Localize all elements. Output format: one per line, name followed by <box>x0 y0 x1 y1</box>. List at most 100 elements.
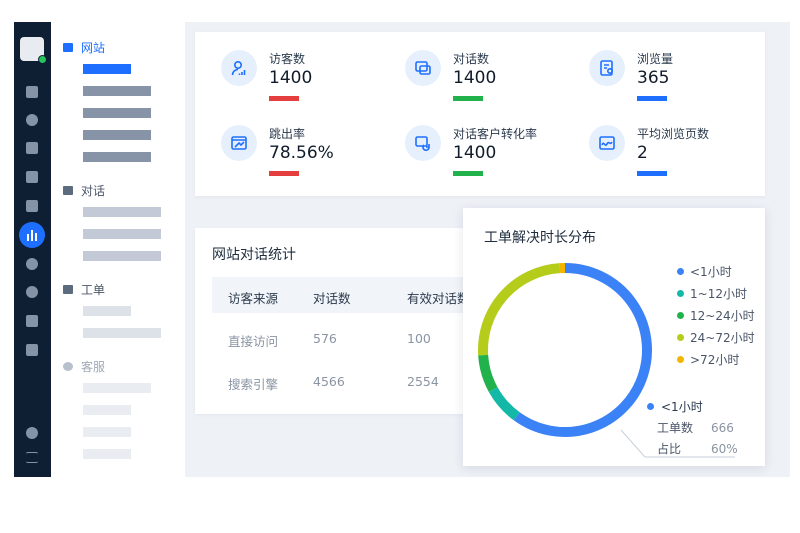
book-icon[interactable] <box>26 142 38 154</box>
stat-value: 1400 <box>269 68 313 88</box>
robot-icon[interactable] <box>26 315 38 327</box>
ticket-icon <box>63 285 73 294</box>
stats-nav-panel: 网站 对话 工单 客服 <box>51 22 185 477</box>
donut-segment[interactable] <box>488 386 520 421</box>
stat-indicator-bar <box>453 171 483 176</box>
column-header[interactable]: 对话数 <box>313 288 351 307</box>
stat-bounce-rate: 跳出率 78.56% <box>221 125 391 185</box>
stat-value: 1400 <box>453 68 497 88</box>
legend-swatch <box>677 289 684 297</box>
stat-value: 365 <box>637 68 670 88</box>
stat-indicator-bar <box>637 96 667 101</box>
avg-pages-icon <box>589 125 625 161</box>
legend-swatch <box>677 267 684 275</box>
tooltip-key: 工单数 <box>657 421 694 435</box>
nav-item-ticket-1[interactable] <box>83 306 131 316</box>
stat-label: 浏览量 <box>637 52 674 66</box>
file-icon[interactable] <box>26 200 38 212</box>
chat-icon <box>405 50 441 86</box>
nav-item-agent-3[interactable] <box>83 427 131 437</box>
donut-segment[interactable] <box>478 263 561 356</box>
stat-conversion-rate: 对话客户转化率 1400 <box>405 125 575 185</box>
online-status-icon <box>38 55 47 64</box>
table-cell: 576 <box>313 331 337 346</box>
donut-segment[interactable] <box>513 263 652 437</box>
conversion-icon <box>405 125 441 161</box>
message-icon[interactable] <box>26 86 38 98</box>
nav-item-website-1[interactable] <box>83 64 131 74</box>
nav-section-ticket[interactable]: 工单 <box>63 281 105 298</box>
stat-label: 跳出率 <box>269 127 306 141</box>
puzzle-icon[interactable] <box>26 344 38 356</box>
stat-label: 平均浏览页数 <box>637 127 710 141</box>
app-window: 网站 对话 工单 客服 访客数 1400 对话数 1400 浏览量 365 跳出… <box>14 22 790 477</box>
tooltip-series: <1小时 <box>661 400 703 414</box>
bell-icon[interactable] <box>26 427 38 439</box>
card-title: 网站对话统计 <box>212 247 296 263</box>
nav-section-label: 客服 <box>81 360 106 374</box>
chat-bubble-icon <box>63 186 73 195</box>
table-cell: 2554 <box>407 374 439 389</box>
nav-item-agent-4[interactable] <box>83 449 131 459</box>
nav-item-website-2[interactable] <box>83 86 151 96</box>
stat-label: 访客数 <box>269 52 306 66</box>
legend-label: >72小时 <box>690 352 740 367</box>
visitor-icon <box>221 50 257 86</box>
stat-pageviews: 浏览量 365 <box>589 50 759 110</box>
stat-chats: 对话数 1400 <box>405 50 575 110</box>
table-cell: 4566 <box>313 374 345 389</box>
chart-tooltip: <1小时 工单数 666 占比 60% <box>647 396 738 459</box>
nav-item-ticket-2[interactable] <box>83 328 161 338</box>
icon-rail <box>14 22 51 477</box>
legend-swatch <box>677 355 684 363</box>
stat-label: 对话客户转化率 <box>453 127 538 141</box>
legend-label: 24~72小时 <box>690 330 755 345</box>
tooltip-swatch <box>647 403 654 410</box>
window-icon[interactable] <box>26 171 38 183</box>
cloud-icon[interactable] <box>26 258 38 270</box>
donut-segment[interactable] <box>478 354 498 392</box>
stat-indicator-bar <box>637 171 667 176</box>
menu-icon[interactable] <box>26 452 38 463</box>
column-header[interactable]: 访客来源 <box>228 288 278 307</box>
pageview-icon <box>589 50 625 86</box>
legend-item[interactable]: 24~72小时 <box>677 326 755 348</box>
nav-section-label: 工单 <box>81 283 106 297</box>
stat-value: 78.56% <box>269 143 334 163</box>
legend-swatch <box>677 333 684 341</box>
legend-item[interactable]: 12~24小时 <box>677 304 755 326</box>
website-chat-stats-card: 网站对话统计 访客来源 对话数 有效对话数 直接访问 576 100 搜索引擎 … <box>195 228 512 414</box>
legend-swatch <box>677 311 684 319</box>
record-icon[interactable] <box>26 114 38 126</box>
nav-section-chat[interactable]: 对话 <box>63 182 105 199</box>
nav-item-chat-2[interactable] <box>83 229 161 239</box>
bounce-icon <box>221 125 257 161</box>
nav-item-agent-1[interactable] <box>83 383 151 393</box>
stat-visitors: 访客数 1400 <box>221 50 391 110</box>
tooltip-value: 60% <box>711 441 738 456</box>
nav-item-website-5[interactable] <box>83 152 151 162</box>
column-header[interactable]: 有效对话数 <box>407 288 470 307</box>
tooltip-leader-line <box>620 429 646 458</box>
nav-item-chat-3[interactable] <box>83 251 161 261</box>
nav-item-website-3[interactable] <box>83 108 151 118</box>
nav-item-chat-1[interactable] <box>83 207 161 217</box>
stat-indicator-bar <box>453 96 483 101</box>
stat-label: 对话数 <box>453 52 490 66</box>
legend-item[interactable]: >72小时 <box>677 348 755 370</box>
nav-item-agent-2[interactable] <box>83 405 131 415</box>
avatar[interactable] <box>20 37 47 64</box>
table-cell: 直接访问 <box>228 334 279 349</box>
nav-item-website-4[interactable] <box>83 130 151 140</box>
aperture-icon[interactable] <box>26 286 38 298</box>
statistics-icon[interactable] <box>19 222 45 248</box>
legend-label: 1~12小时 <box>690 286 747 301</box>
legend-item[interactable]: 1~12小时 <box>677 282 755 304</box>
ticket-resolution-chart-card: 工单解决时长分布 <1小时 1~12小时 12~24小时 24~72小时 >72… <box>463 208 765 466</box>
nav-section-agent[interactable]: 客服 <box>63 358 105 375</box>
stat-value: 2 <box>637 143 648 163</box>
nav-section-website[interactable]: 网站 <box>63 39 105 56</box>
chart-legend: <1小时 1~12小时 12~24小时 24~72小时 >72小时 <box>677 260 755 370</box>
monitor-icon <box>63 43 73 52</box>
legend-item[interactable]: <1小时 <box>677 260 755 282</box>
